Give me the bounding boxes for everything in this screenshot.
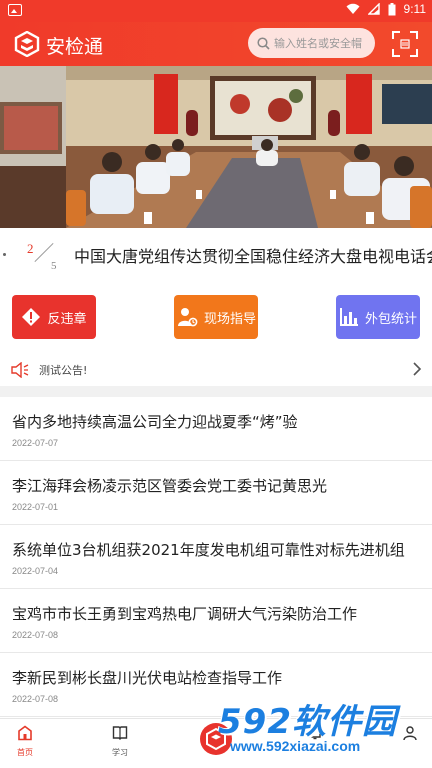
carousel-edge-dot <box>3 253 6 256</box>
watermark-url: www.592xiazai.com <box>230 738 361 754</box>
nav-study-label: 学习 <box>112 748 128 757</box>
nav-home-label: 首页 <box>17 748 33 757</box>
news-title: 省内多地持续高温公司全力迎战夏季“烤”验 <box>12 413 298 431</box>
news-item[interactable]: 宝鸡市市长王勇到宝鸡热电厂调研大气污染防治工作 2022-07-08 <box>0 589 432 653</box>
announcement-bar[interactable]: 测试公告! <box>0 354 432 386</box>
speaker-icon <box>11 362 29 378</box>
warning-icon <box>22 308 41 326</box>
app-header: 安检通 <box>0 22 432 66</box>
news-title: 李新民到彬长盘川光伏电站检查指导工作 <box>12 669 283 687</box>
news-date: 2022-07-04 <box>12 566 59 576</box>
onsite-guidance-label: 现场指导 <box>203 311 256 327</box>
outsourcing-stats-button[interactable]: 外包统计 <box>336 295 420 339</box>
news-item[interactable]: 李江海拜会杨凌示范区管委会党工委书记黄思光 2022-07-01 <box>0 461 432 525</box>
search-input[interactable] <box>274 36 372 50</box>
search-bar[interactable] <box>248 28 375 58</box>
banner-photo <box>0 66 432 228</box>
app-logo-icon <box>14 31 40 57</box>
news-date: 2022-07-08 <box>12 630 59 640</box>
news-date: 2022-07-01 <box>12 502 59 512</box>
onsite-guidance-button[interactable]: 现场指导 <box>174 295 258 339</box>
pager-total: 5 <box>51 260 57 272</box>
quick-actions: 反违章 现场指导 外包统计 <box>0 282 432 354</box>
news-title: 系统单位3台机组获2021年度发电机组可靠性对标先进机组 <box>12 541 405 559</box>
nav-home[interactable]: 首页 <box>0 725 50 758</box>
watermark-brand: 592软件园 <box>218 702 397 742</box>
book-icon <box>112 726 128 740</box>
watermark: 592软件园 www.592xiazai.com <box>212 690 432 768</box>
worker-guide-icon <box>177 308 198 327</box>
banner-caption-row[interactable]: 2 5 中国大唐党组传达贯彻全国稳住经济大盘电视电话会议精神 <box>0 228 432 282</box>
news-date: 2022-07-07 <box>12 438 59 448</box>
pager-current: 2 <box>27 241 34 256</box>
carousel-pager: 2 5 <box>22 236 62 272</box>
news-date: 2022-07-08 <box>12 694 59 704</box>
chevron-right-icon[interactable] <box>412 362 422 376</box>
news-item[interactable]: 系统单位3台机组获2021年度发电机组可靠性对标先进机组 2022-07-04 <box>0 525 432 589</box>
news-title: 宝鸡市市长王勇到宝鸡热电厂调研大气污染防治工作 <box>12 605 358 623</box>
battery-icon <box>388 2 396 15</box>
bar-chart-icon <box>339 308 358 326</box>
scan-icon[interactable] <box>392 31 418 57</box>
outsourcing-stats-label: 外包统计 <box>364 311 417 327</box>
clock: 9:11 <box>403 2 426 16</box>
banner-caption[interactable]: 中国大唐党组传达贯彻全国稳住经济大盘电视电话会议精神 <box>74 243 432 267</box>
news-item[interactable]: 省内多地持续高温公司全力迎战夏季“烤”验 2022-07-07 <box>0 397 432 461</box>
nav-study[interactable]: 学习 <box>95 725 145 758</box>
report-violation-button[interactable]: 反违章 <box>12 295 96 339</box>
search-icon <box>257 36 270 50</box>
section-divider <box>0 386 432 397</box>
signal-icon <box>367 3 380 15</box>
announcement-text: 测试公告! <box>39 364 88 377</box>
news-banner-carousel[interactable] <box>0 66 432 228</box>
news-list: 省内多地持续高温公司全力迎战夏季“烤”验 2022-07-07 李江海拜会杨凌示… <box>0 397 432 717</box>
news-title: 李江海拜会杨凌示范区管委会党工委书记黄思光 <box>12 477 328 495</box>
status-bar: 9:11 <box>0 0 432 22</box>
gallery-notification-icon <box>8 4 22 16</box>
home-icon <box>18 725 32 741</box>
report-violation-label: 反违章 <box>47 311 87 327</box>
wifi-icon <box>346 3 360 14</box>
app-title: 安检通 <box>46 36 104 58</box>
